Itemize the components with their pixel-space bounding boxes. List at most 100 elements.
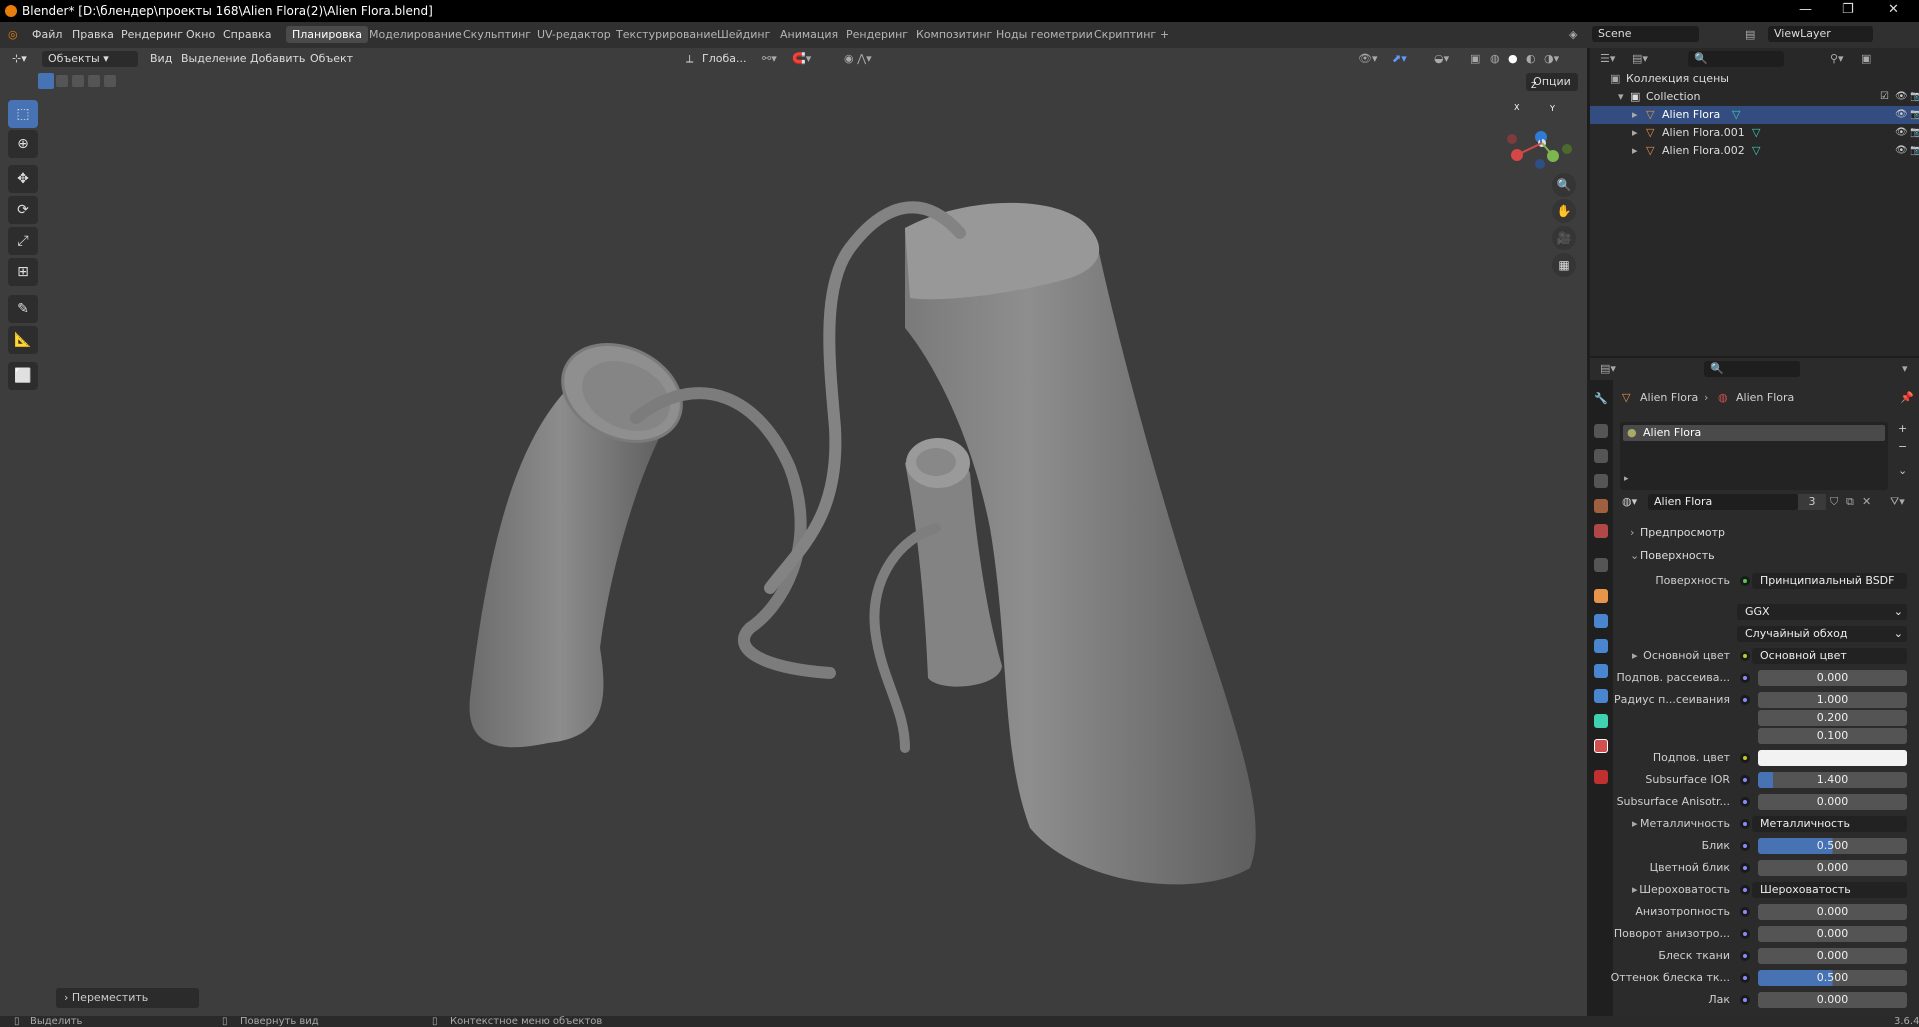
subsurface-color-swatch[interactable] [1758,750,1907,766]
minimize-icon[interactable]: — [1799,2,1812,17]
texture-tab-icon[interactable] [1594,770,1608,784]
material-name-field[interactable]: Alien Flora [1648,494,1798,510]
outliner-editor-icon[interactable]: ☰▾ [1600,52,1615,65]
outliner-row-scene-collection[interactable]: ▣ Коллекция сцены [1590,70,1919,88]
exclude-checkbox-icon[interactable]: ☑ [1880,91,1889,102]
anisotropic-field[interactable]: 0.000 [1758,904,1907,920]
socket-icon[interactable] [1740,951,1750,961]
sheen-field[interactable]: 0.000 [1758,948,1907,964]
menu-window[interactable]: Окно [186,28,215,41]
render-camera-icon[interactable]: 📷 [1910,145,1919,156]
close-icon[interactable]: ✕ [1888,2,1899,17]
subsurface-method-dropdown[interactable]: Случайный обход ⌄ [1737,626,1907,642]
subsurface-anisotropy-field[interactable]: 0.000 [1758,794,1907,810]
perspective-toggle-icon[interactable]: ▦ [1552,253,1576,277]
view-layer-icon[interactable]: ▤ [1745,28,1755,41]
subsurface-radius-z-field[interactable]: 0.100 [1758,728,1907,744]
render-camera-icon[interactable]: 📷 [1910,127,1919,138]
transform-orientation[interactable]: Глоба... [702,52,746,65]
annotate-tool-icon[interactable]: ✎ [8,295,38,323]
mesh-data-icon[interactable]: ▽ [1752,144,1760,157]
anisotropic-rotation-field[interactable]: 0.000 [1758,926,1907,942]
menu-render[interactable]: Рендеринг [121,28,183,41]
constraints-tab-icon[interactable] [1594,689,1608,703]
material-slot-row[interactable]: ● Alien Flora [1623,425,1885,441]
pin-icon[interactable]: 📌 [1900,391,1914,404]
mode-selector[interactable]: Объекты ▾ [42,51,138,67]
tool-tab-icon[interactable]: 🔧 [1594,392,1608,406]
menu-view[interactable]: Вид [150,52,172,65]
surface-section-header[interactable]: ⌄ Поверхность [1626,545,1910,565]
socket-icon[interactable] [1740,841,1750,851]
socket-icon[interactable] [1740,929,1750,939]
menu-edit[interactable]: Правка [72,28,114,41]
remove-slot-icon[interactable]: − [1898,440,1907,453]
gizmo-toggle-icon[interactable]: ⬈▾ [1392,52,1407,65]
material-tab-icon[interactable] [1594,739,1608,753]
add-workspace-button[interactable]: + [1160,28,1169,41]
scale-tool-icon[interactable]: ⤢ [8,227,38,255]
filter-icon[interactable]: ⚲▾ [1830,52,1844,65]
xray-icon[interactable]: ▣ [1470,52,1480,65]
rendered-shading-icon[interactable]: ◑▾ [1544,52,1559,65]
scene-selector[interactable]: Scene [1592,26,1699,42]
new-collection-icon[interactable]: ▣ [1861,52,1871,65]
material-users-count[interactable]: 3 [1798,494,1826,510]
clearcoat-field[interactable]: 0.000 [1758,992,1907,1008]
tab-animation[interactable]: Анимация [780,28,838,41]
roughness-field[interactable]: Шероховатость [1752,882,1907,898]
socket-icon[interactable] [1740,995,1750,1005]
tab-scripting[interactable]: Скриптинг [1094,28,1156,41]
select-extend-icon[interactable] [56,75,68,87]
select-new-icon[interactable] [38,73,54,89]
scene-icon[interactable]: ◈ [1569,28,1577,41]
material-slots-list[interactable]: ● Alien Flora ▸ [1620,422,1888,490]
unlink-material-icon[interactable]: ✕ [1862,495,1871,508]
outliner-row-collection[interactable]: ▾ ▣ Collection ☑ 👁 📷 [1590,88,1919,106]
metallic-field[interactable]: Металличность [1752,816,1907,832]
properties-options-icon[interactable]: ▾ [1902,362,1908,375]
pan-icon[interactable]: ✋ [1552,199,1576,223]
3d-viewport[interactable] [0,48,1587,1016]
subsurface-ior-field[interactable]: 1.400 [1758,772,1907,788]
physics-tab-icon[interactable] [1594,664,1608,678]
select-intersect-icon[interactable] [104,75,116,87]
tab-layout[interactable]: Планировка [286,26,368,43]
socket-icon[interactable] [1740,819,1750,829]
pivot-icon[interactable]: ⚯▾ [762,52,777,65]
tab-sculpting[interactable]: Скульптинг [463,28,531,41]
socket-icon[interactable] [1740,651,1750,661]
sheen-tint-slider[interactable]: 0.500 [1758,970,1907,986]
scene-tab-icon[interactable] [1594,499,1608,513]
tab-compositing[interactable]: Композитинг [916,28,992,41]
outliner-search-input[interactable]: 🔍 [1688,51,1784,67]
socket-icon[interactable] [1740,673,1750,683]
modifier-tab-icon[interactable] [1594,614,1608,628]
particles-tab-icon[interactable] [1594,639,1608,653]
move-tool-icon[interactable]: ✥ [8,165,38,193]
transform-orientation-icon[interactable]: ⟂ [686,52,693,66]
cursor-tool-icon[interactable]: ⊕ [8,130,38,158]
proportional-edit-icon[interactable]: ◉ ⋀▾ [844,52,872,65]
rotate-tool-icon[interactable]: ⟳ [8,196,38,224]
mesh-data-icon[interactable]: ▽ [1752,126,1760,139]
view-layer-selector[interactable]: ViewLayer [1768,26,1873,42]
preview-section-header[interactable]: › Предпросмотр [1626,522,1910,542]
material-shading-icon[interactable]: ◐ [1526,52,1536,65]
socket-icon[interactable] [1740,907,1750,917]
slot-specials-icon[interactable]: ⌄ [1898,464,1907,477]
menu-file[interactable]: Файл [32,28,62,41]
render-camera-icon[interactable]: 📷 [1910,109,1919,120]
distribution-dropdown[interactable]: GGX ⌄ [1737,604,1907,620]
transform-tool-icon[interactable]: ⊞ [8,258,38,286]
surface-shader-field[interactable]: Принципиальный BSDF [1752,573,1907,589]
fake-user-icon[interactable]: ⛉ [1830,495,1838,509]
visibility-eye-icon[interactable]: 👁 [1895,109,1908,120]
tab-geometry-nodes[interactable]: Ноды геометрии [996,28,1093,41]
blender-menu-icon[interactable]: ◎ [8,28,18,41]
menu-object[interactable]: Объект [310,52,353,65]
viewport-scene[interactable] [0,48,1587,1016]
tab-shading[interactable]: Шейдинг [717,28,770,41]
snap-icon[interactable]: 🧲▾ [792,52,811,65]
menu-help[interactable]: Справка [223,28,271,41]
